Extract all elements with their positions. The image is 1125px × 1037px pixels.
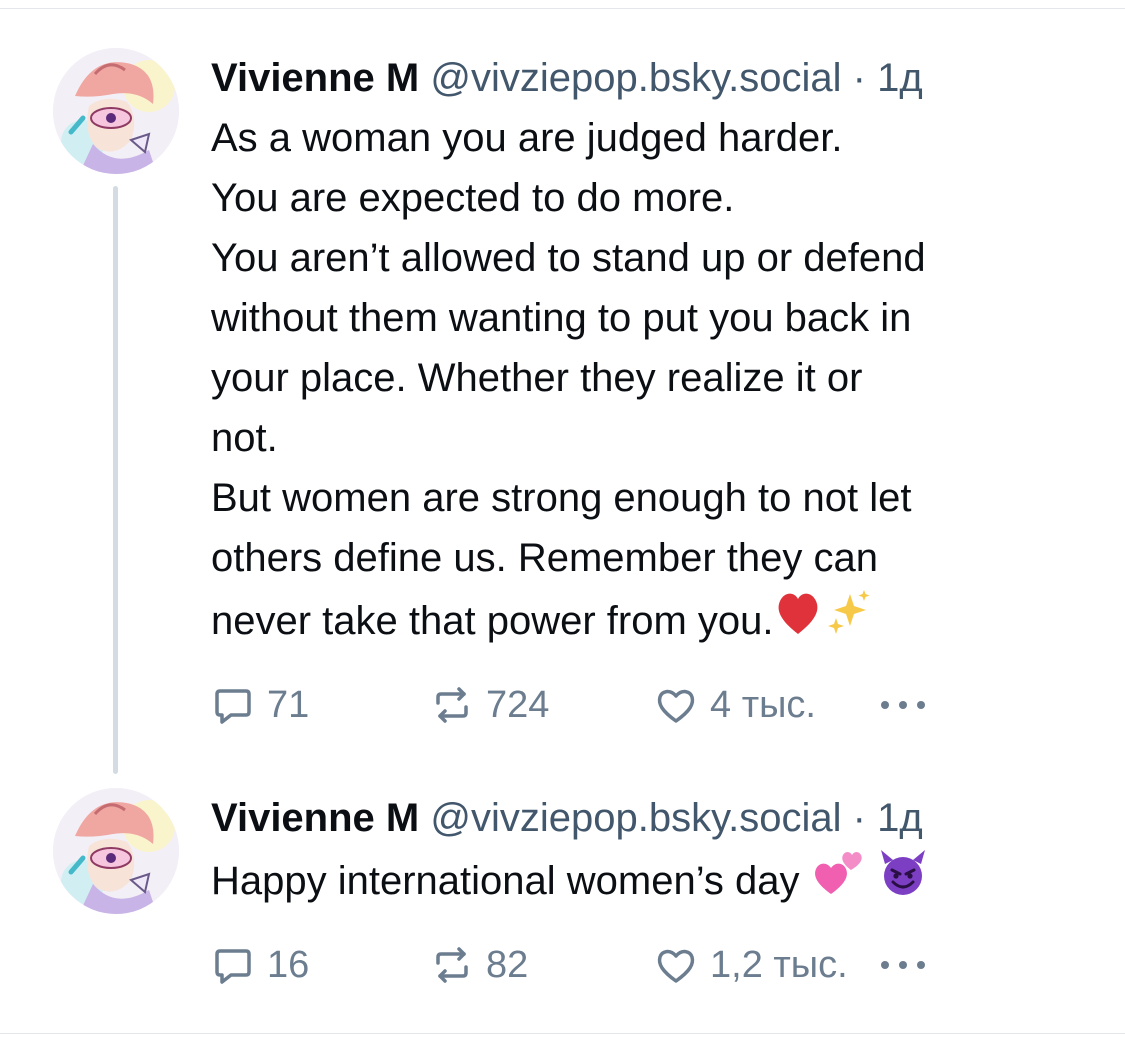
repost-arrows-icon [436, 947, 468, 983]
reply-button[interactable]: 71 [211, 675, 309, 735]
thread-connector-line [113, 186, 118, 774]
more-options-button[interactable] [877, 935, 929, 995]
post-text: As a woman you are judged harder. You ar… [211, 108, 1091, 655]
author-name[interactable]: Vivienne M [211, 56, 419, 100]
repost-button[interactable]: 724 [430, 675, 549, 735]
like-button[interactable]: 1,2 тыс. [654, 935, 848, 995]
like-button[interactable]: 4 тыс. [654, 675, 816, 735]
speech-bubble-icon [215, 949, 251, 984]
post-actions: 71 724 4 тыс. [211, 675, 1091, 735]
repost-count: 82 [486, 943, 529, 986]
like-count: 1,2 тыс. [710, 943, 848, 986]
post-header: Vivienne M @vivziepop.bsky.social · 1д [211, 48, 1091, 108]
author-name[interactable]: Vivienne M [211, 796, 419, 840]
author-handle[interactable]: @vivziepop.bsky.social [430, 56, 841, 100]
heart-outline-icon [657, 689, 695, 723]
post-header: Vivienne M @vivziepop.bsky.social · 1д [211, 788, 1091, 848]
heart-outline-icon [657, 949, 695, 983]
more-options-button[interactable] [877, 675, 929, 735]
avatar-image [53, 48, 179, 174]
repost-button[interactable]: 82 [430, 935, 528, 995]
hearts-devil-icon [814, 850, 925, 895]
repost-arrows-icon [436, 687, 468, 723]
ellipsis-icon [881, 961, 925, 969]
post-text-body: Happy international women’s day [211, 859, 800, 903]
avatar[interactable] [53, 48, 179, 174]
reply-count: 71 [267, 683, 310, 726]
bottom-divider [0, 1033, 1125, 1034]
post-text-body: As a woman you are judged harder. You ar… [211, 116, 926, 643]
reply-button[interactable]: 16 [211, 935, 309, 995]
post-emoji [811, 848, 927, 915]
post-actions: 16 82 1,2 тыс. [211, 935, 1091, 995]
post-text: Happy international women’s day [211, 848, 1091, 915]
top-divider [0, 8, 1125, 9]
post-timestamp[interactable]: 1д [877, 796, 923, 840]
speech-bubble-icon [215, 689, 251, 724]
red-heart-sparkles-icon [778, 590, 869, 634]
avatar-image [53, 788, 179, 914]
post-emoji [774, 588, 872, 655]
like-count: 4 тыс. [710, 683, 816, 726]
author-handle[interactable]: @vivziepop.bsky.social [430, 796, 841, 840]
repost-count: 724 [486, 683, 550, 726]
avatar[interactable] [53, 788, 179, 914]
separator-dot: · [852, 56, 866, 100]
post-timestamp[interactable]: 1д [877, 56, 923, 100]
reply-count: 16 [267, 943, 310, 986]
separator-dot: · [852, 796, 866, 840]
ellipsis-icon [881, 701, 925, 709]
